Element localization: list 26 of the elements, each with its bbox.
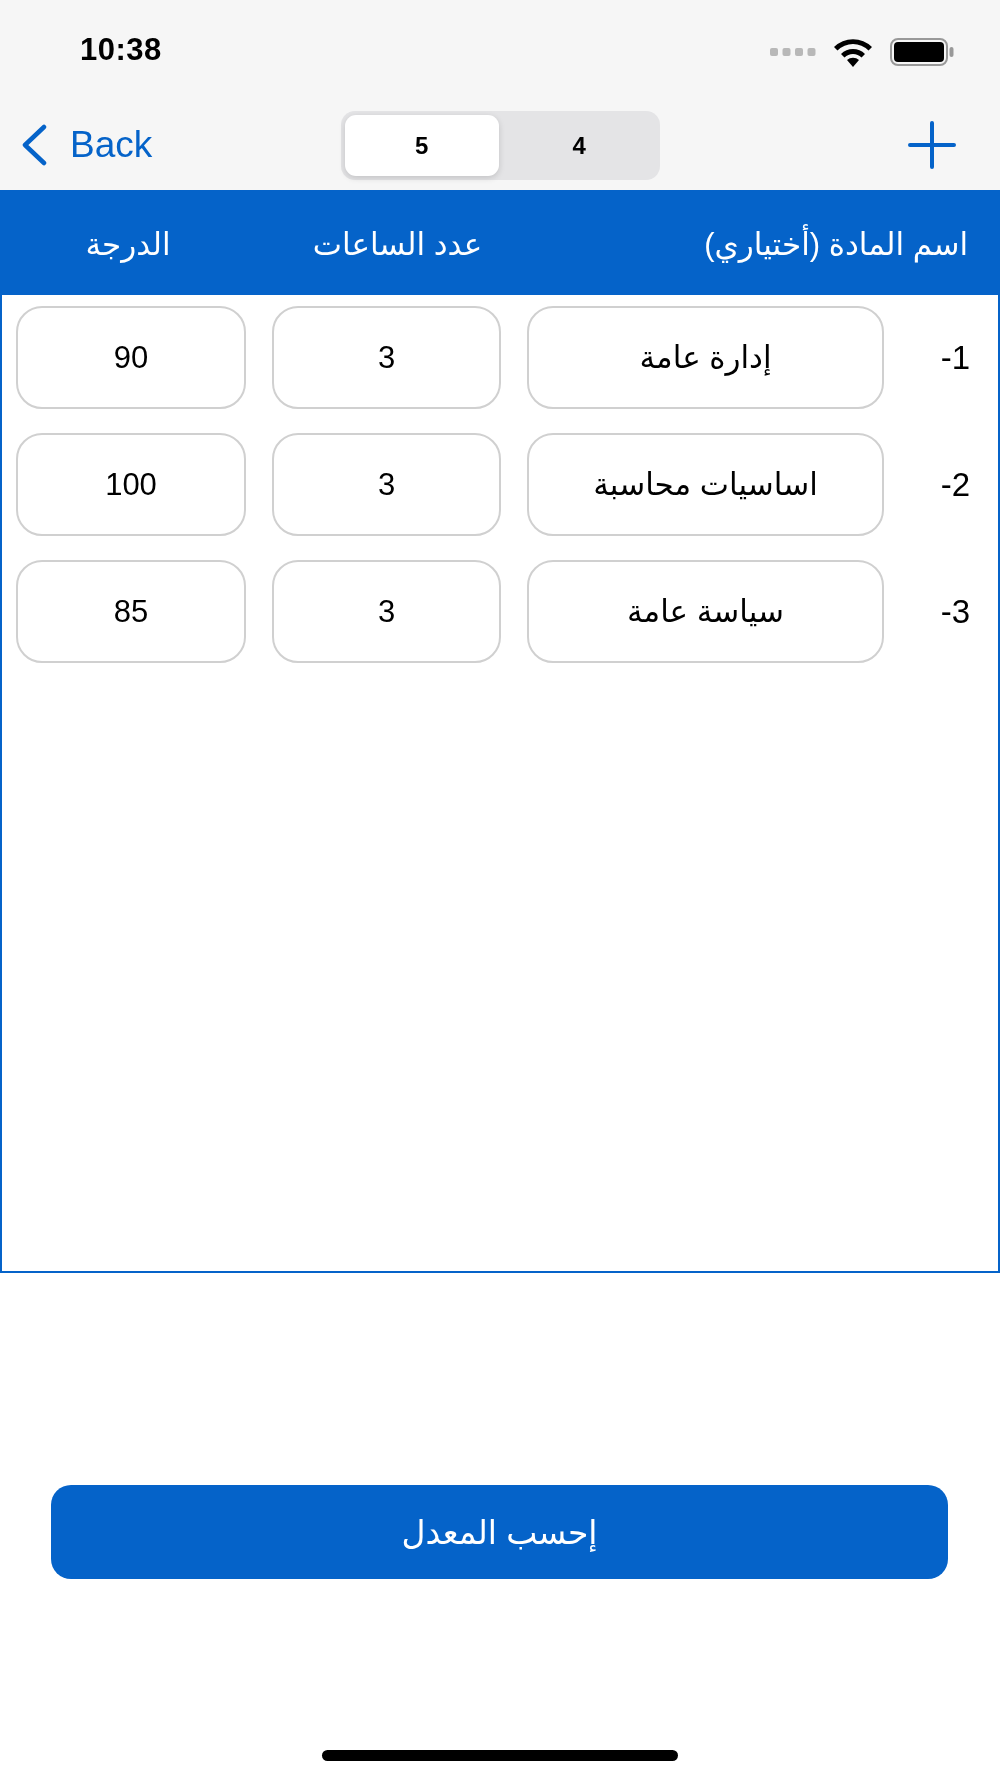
status-time: 10:38 — [80, 32, 162, 68]
subject-name-field[interactable]: سياسة عامة — [527, 560, 884, 663]
plus-icon — [908, 121, 956, 169]
calculate-average-button[interactable]: إحسب المعدل — [51, 1485, 948, 1579]
back-link[interactable]: Back — [20, 124, 153, 166]
subject-name-field[interactable]: اساسيات محاسبة — [527, 433, 884, 536]
column-header: الدرجة — [84, 226, 172, 263]
segment-tab[interactable]: 4 — [502, 115, 656, 176]
grade-field[interactable]: 85 — [16, 560, 246, 663]
row-number: -2 — [939, 465, 970, 504]
chevron-left-icon — [20, 124, 48, 166]
signal-dots-icon — [770, 48, 816, 56]
hours-field[interactable]: 3 — [272, 433, 501, 536]
column-header: اسم المادة (أختياري) — [552, 226, 968, 263]
battery-icon — [890, 38, 954, 66]
add-button[interactable] — [908, 121, 956, 169]
column-header: عدد الساعات — [311, 226, 484, 263]
row-number: -3 — [939, 592, 970, 631]
hours-field[interactable]: 3 — [272, 306, 501, 409]
subject-name-field[interactable]: إدارة عامة — [527, 306, 884, 409]
segment-tab[interactable]: 5 — [345, 115, 499, 176]
hours-field[interactable]: 3 — [272, 560, 501, 663]
grade-field[interactable]: 90 — [16, 306, 246, 409]
grade-field[interactable]: 100 — [16, 433, 246, 536]
row-number: -1 — [939, 338, 970, 377]
wifi-icon — [832, 37, 874, 67]
